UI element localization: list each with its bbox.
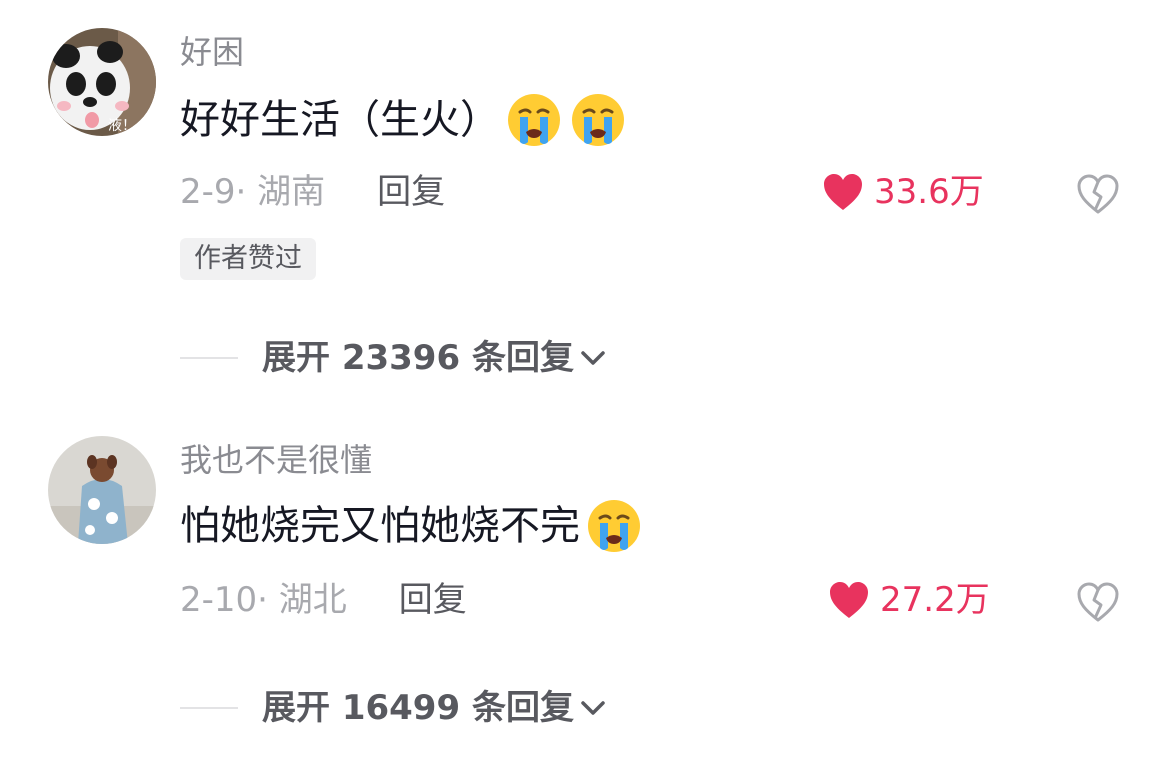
expand-replies-label: 展开 23396 条回复 xyxy=(262,338,574,378)
avatar-caption: 液！ xyxy=(108,118,136,134)
heart-icon xyxy=(824,174,862,210)
divider-line xyxy=(180,707,238,709)
expand-replies-button[interactable]: 展开 23396 条回复 xyxy=(180,336,608,380)
comment-text: 好好生活（生火） xyxy=(180,97,500,143)
broken-heart-icon xyxy=(1077,174,1119,214)
dislike-button[interactable] xyxy=(1076,580,1120,624)
like-count: 33.6万 xyxy=(874,172,984,212)
like-button[interactable]: 27.2万 xyxy=(828,578,990,622)
crying-emoji-icon xyxy=(506,92,562,148)
comment-text: 怕她烧完又怕她烧不完 xyxy=(180,503,580,549)
chevron-down-icon xyxy=(581,701,605,715)
expand-replies-button[interactable]: 展开 16499 条回复 xyxy=(180,686,608,730)
crying-emoji-icon xyxy=(586,498,642,554)
comment-username[interactable]: 我也不是很懂 xyxy=(180,440,372,480)
avatar[interactable] xyxy=(48,436,156,544)
comment-meta: 2-10· 湖北 回复 xyxy=(180,578,467,622)
author-liked-badge: 作者赞过 xyxy=(180,238,316,280)
expand-replies-label: 展开 16499 条回复 xyxy=(262,688,574,728)
heart-icon xyxy=(830,582,868,618)
like-button[interactable]: 33.6万 xyxy=(822,170,984,214)
crying-emoji-icon xyxy=(570,92,626,148)
comment-date-location: 2-10· 湖北 xyxy=(180,580,347,620)
like-count: 27.2万 xyxy=(880,580,990,620)
comment-date-location: 2-9· 湖南 xyxy=(180,172,326,212)
comment-meta: 2-9· 湖南 回复 xyxy=(180,170,445,214)
comment-username[interactable]: 好困 xyxy=(180,32,244,72)
comment-text-row: 好好生活（生火） xyxy=(180,92,626,148)
avatar[interactable]: 液！ xyxy=(48,28,156,136)
chevron-down-icon xyxy=(581,351,605,365)
broken-heart-icon xyxy=(1077,582,1119,622)
reply-button[interactable]: 回复 xyxy=(399,578,467,622)
comment-text-row: 怕她烧完又怕她烧不完 xyxy=(180,498,642,554)
divider-line xyxy=(180,357,238,359)
reply-button[interactable]: 回复 xyxy=(377,170,445,214)
dislike-button[interactable] xyxy=(1076,172,1120,216)
